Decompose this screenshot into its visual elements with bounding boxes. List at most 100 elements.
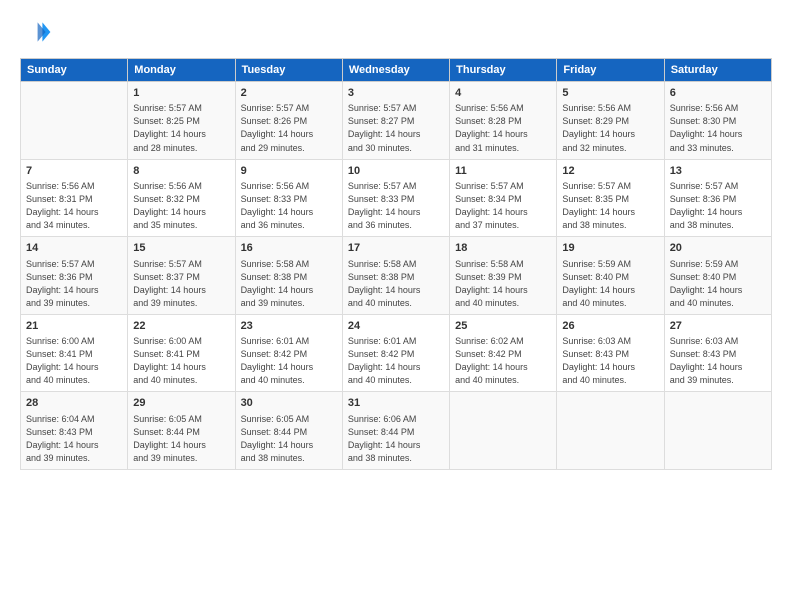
- logo-icon: [20, 16, 52, 48]
- day-number: 25: [455, 319, 551, 334]
- day-number: 22: [133, 319, 229, 334]
- cell-4-4: 24Sunrise: 6:01 AM Sunset: 8:42 PM Dayli…: [342, 314, 449, 392]
- cell-2-3: 9Sunrise: 5:56 AM Sunset: 8:33 PM Daylig…: [235, 159, 342, 237]
- cell-5-3: 30 Sunrise: 6:05 AM Sunset: 8:44 PM Dayli…: [235, 392, 342, 470]
- cell-text: Sunrise: 5:58 AM Sunset: 8:38 PM Dayligh…: [348, 258, 444, 310]
- cell-5-7: [664, 392, 771, 470]
- cell-3-3: 16 Sunrise: 5:58 AM Sunset: 8:38 PM Dayli…: [235, 237, 342, 315]
- cell-1-5: 4Sunrise: 5:56 AM Sunset: 8:28 PM Daylig…: [450, 82, 557, 160]
- cell-2-4: 10Sunrise: 5:57 AM Sunset: 8:33 PM Dayli…: [342, 159, 449, 237]
- col-header-wednesday: Wednesday: [342, 59, 449, 82]
- cell-text: Sunrise: 6:00 AM Sunset: 8:41 PM Dayligh…: [133, 335, 229, 387]
- day-number: 13: [670, 164, 766, 179]
- cell-text: Sunrise: 5:58 AM Sunset: 8:39 PM Dayligh…: [455, 258, 551, 310]
- day-number: 4: [455, 86, 551, 101]
- cell-3-6: 19 Sunrise: 5:59 AM Sunset: 8:40 PM Dayli…: [557, 237, 664, 315]
- cell-1-6: 5Sunrise: 5:56 AM Sunset: 8:29 PM Daylig…: [557, 82, 664, 160]
- cell-2-7: 13Sunrise: 5:57 AM Sunset: 8:36 PM Dayli…: [664, 159, 771, 237]
- cell-text: Sunrise: 5:57 AM Sunset: 8:34 PM Dayligh…: [455, 180, 551, 232]
- day-number: 6: [670, 86, 766, 101]
- header: [20, 16, 772, 48]
- cell-2-6: 12Sunrise: 5:57 AM Sunset: 8:35 PM Dayli…: [557, 159, 664, 237]
- day-number: 12: [562, 164, 658, 179]
- col-header-tuesday: Tuesday: [235, 59, 342, 82]
- cell-3-4: 17 Sunrise: 5:58 AM Sunset: 8:38 PM Dayli…: [342, 237, 449, 315]
- cell-1-7: 6Sunrise: 5:56 AM Sunset: 8:30 PM Daylig…: [664, 82, 771, 160]
- cell-5-5: [450, 392, 557, 470]
- day-number: 31: [348, 396, 444, 411]
- week-row-2: 7Sunrise: 5:56 AM Sunset: 8:31 PM Daylig…: [21, 159, 772, 237]
- cell-4-2: 22Sunrise: 6:00 AM Sunset: 8:41 PM Dayli…: [128, 314, 235, 392]
- cell-text: Sunrise: 5:59 AM Sunset: 8:40 PM Dayligh…: [670, 258, 766, 310]
- cell-2-2: 8Sunrise: 5:56 AM Sunset: 8:32 PM Daylig…: [128, 159, 235, 237]
- cell-text: Sunrise: 6:04 AM Sunset: 8:43 PM Dayligh…: [26, 413, 122, 465]
- day-number: 24: [348, 319, 444, 334]
- day-number: 20: [670, 241, 766, 256]
- cell-text: Sunrise: 5:57 AM Sunset: 8:33 PM Dayligh…: [348, 180, 444, 232]
- cell-4-7: 27Sunrise: 6:03 AM Sunset: 8:43 PM Dayli…: [664, 314, 771, 392]
- cell-5-2: 29 Sunrise: 6:05 AM Sunset: 8:44 PM Dayli…: [128, 392, 235, 470]
- cell-4-3: 23Sunrise: 6:01 AM Sunset: 8:42 PM Dayli…: [235, 314, 342, 392]
- day-number: 19: [562, 241, 658, 256]
- logo: [20, 16, 56, 48]
- week-row-4: 21Sunrise: 6:00 AM Sunset: 8:41 PM Dayli…: [21, 314, 772, 392]
- day-number: 3: [348, 86, 444, 101]
- col-header-sunday: Sunday: [21, 59, 128, 82]
- cell-2-1: 7Sunrise: 5:56 AM Sunset: 8:31 PM Daylig…: [21, 159, 128, 237]
- cell-5-6: [557, 392, 664, 470]
- cell-text: Sunrise: 6:01 AM Sunset: 8:42 PM Dayligh…: [348, 335, 444, 387]
- week-row-5: 28Sunrise: 6:04 AM Sunset: 8:43 PM Dayli…: [21, 392, 772, 470]
- cell-3-5: 18 Sunrise: 5:58 AM Sunset: 8:39 PM Dayli…: [450, 237, 557, 315]
- cell-4-6: 26Sunrise: 6:03 AM Sunset: 8:43 PM Dayli…: [557, 314, 664, 392]
- day-number: 8: [133, 164, 229, 179]
- cell-4-1: 21Sunrise: 6:00 AM Sunset: 8:41 PM Dayli…: [21, 314, 128, 392]
- day-number: 5: [562, 86, 658, 101]
- cell-5-1: 28Sunrise: 6:04 AM Sunset: 8:43 PM Dayli…: [21, 392, 128, 470]
- cell-3-7: 20 Sunrise: 5:59 AM Sunset: 8:40 PM Dayli…: [664, 237, 771, 315]
- cell-2-5: 11Sunrise: 5:57 AM Sunset: 8:34 PM Dayli…: [450, 159, 557, 237]
- cell-3-1: 14Sunrise: 5:57 AM Sunset: 8:36 PM Dayli…: [21, 237, 128, 315]
- col-header-thursday: Thursday: [450, 59, 557, 82]
- col-header-saturday: Saturday: [664, 59, 771, 82]
- cell-text: Sunrise: 6:03 AM Sunset: 8:43 PM Dayligh…: [562, 335, 658, 387]
- cell-text: Sunrise: 5:57 AM Sunset: 8:26 PM Dayligh…: [241, 102, 337, 154]
- cell-1-1: [21, 82, 128, 160]
- cell-text: Sunrise: 6:02 AM Sunset: 8:42 PM Dayligh…: [455, 335, 551, 387]
- day-number: 15: [133, 241, 229, 256]
- cell-text: Sunrise: 5:58 AM Sunset: 8:38 PM Dayligh…: [241, 258, 337, 310]
- day-number: 18: [455, 241, 551, 256]
- cell-text: Sunrise: 5:56 AM Sunset: 8:28 PM Dayligh…: [455, 102, 551, 154]
- cell-1-4: 3Sunrise: 5:57 AM Sunset: 8:27 PM Daylig…: [342, 82, 449, 160]
- day-number: 11: [455, 164, 551, 179]
- day-number: 10: [348, 164, 444, 179]
- cell-text: Sunrise: 6:06 AM Sunset: 8:44 PM Dayligh…: [348, 413, 444, 465]
- day-number: 1: [133, 86, 229, 101]
- cell-text: Sunrise: 5:57 AM Sunset: 8:25 PM Dayligh…: [133, 102, 229, 154]
- col-header-monday: Monday: [128, 59, 235, 82]
- cell-text: Sunrise: 5:56 AM Sunset: 8:33 PM Dayligh…: [241, 180, 337, 232]
- day-number: 26: [562, 319, 658, 334]
- cell-text: Sunrise: 5:57 AM Sunset: 8:36 PM Dayligh…: [26, 258, 122, 310]
- day-number: 29: [133, 396, 229, 411]
- day-number: 30: [241, 396, 337, 411]
- cell-text: Sunrise: 6:05 AM Sunset: 8:44 PM Dayligh…: [133, 413, 229, 465]
- cell-text: Sunrise: 5:57 AM Sunset: 8:37 PM Dayligh…: [133, 258, 229, 310]
- day-number: 2: [241, 86, 337, 101]
- day-number: 27: [670, 319, 766, 334]
- day-number: 23: [241, 319, 337, 334]
- day-number: 16: [241, 241, 337, 256]
- calendar-table: SundayMondayTuesdayWednesdayThursdayFrid…: [20, 58, 772, 470]
- cell-text: Sunrise: 5:59 AM Sunset: 8:40 PM Dayligh…: [562, 258, 658, 310]
- day-number: 17: [348, 241, 444, 256]
- day-number: 9: [241, 164, 337, 179]
- week-row-1: 1Sunrise: 5:57 AM Sunset: 8:25 PM Daylig…: [21, 82, 772, 160]
- cell-1-2: 1Sunrise: 5:57 AM Sunset: 8:25 PM Daylig…: [128, 82, 235, 160]
- cell-3-2: 15 Sunrise: 5:57 AM Sunset: 8:37 PM Dayli…: [128, 237, 235, 315]
- header-row: SundayMondayTuesdayWednesdayThursdayFrid…: [21, 59, 772, 82]
- cell-text: Sunrise: 6:03 AM Sunset: 8:43 PM Dayligh…: [670, 335, 766, 387]
- cell-text: Sunrise: 6:05 AM Sunset: 8:44 PM Dayligh…: [241, 413, 337, 465]
- cell-text: Sunrise: 5:57 AM Sunset: 8:36 PM Dayligh…: [670, 180, 766, 232]
- cell-4-5: 25Sunrise: 6:02 AM Sunset: 8:42 PM Dayli…: [450, 314, 557, 392]
- day-number: 7: [26, 164, 122, 179]
- cell-text: Sunrise: 5:57 AM Sunset: 8:35 PM Dayligh…: [562, 180, 658, 232]
